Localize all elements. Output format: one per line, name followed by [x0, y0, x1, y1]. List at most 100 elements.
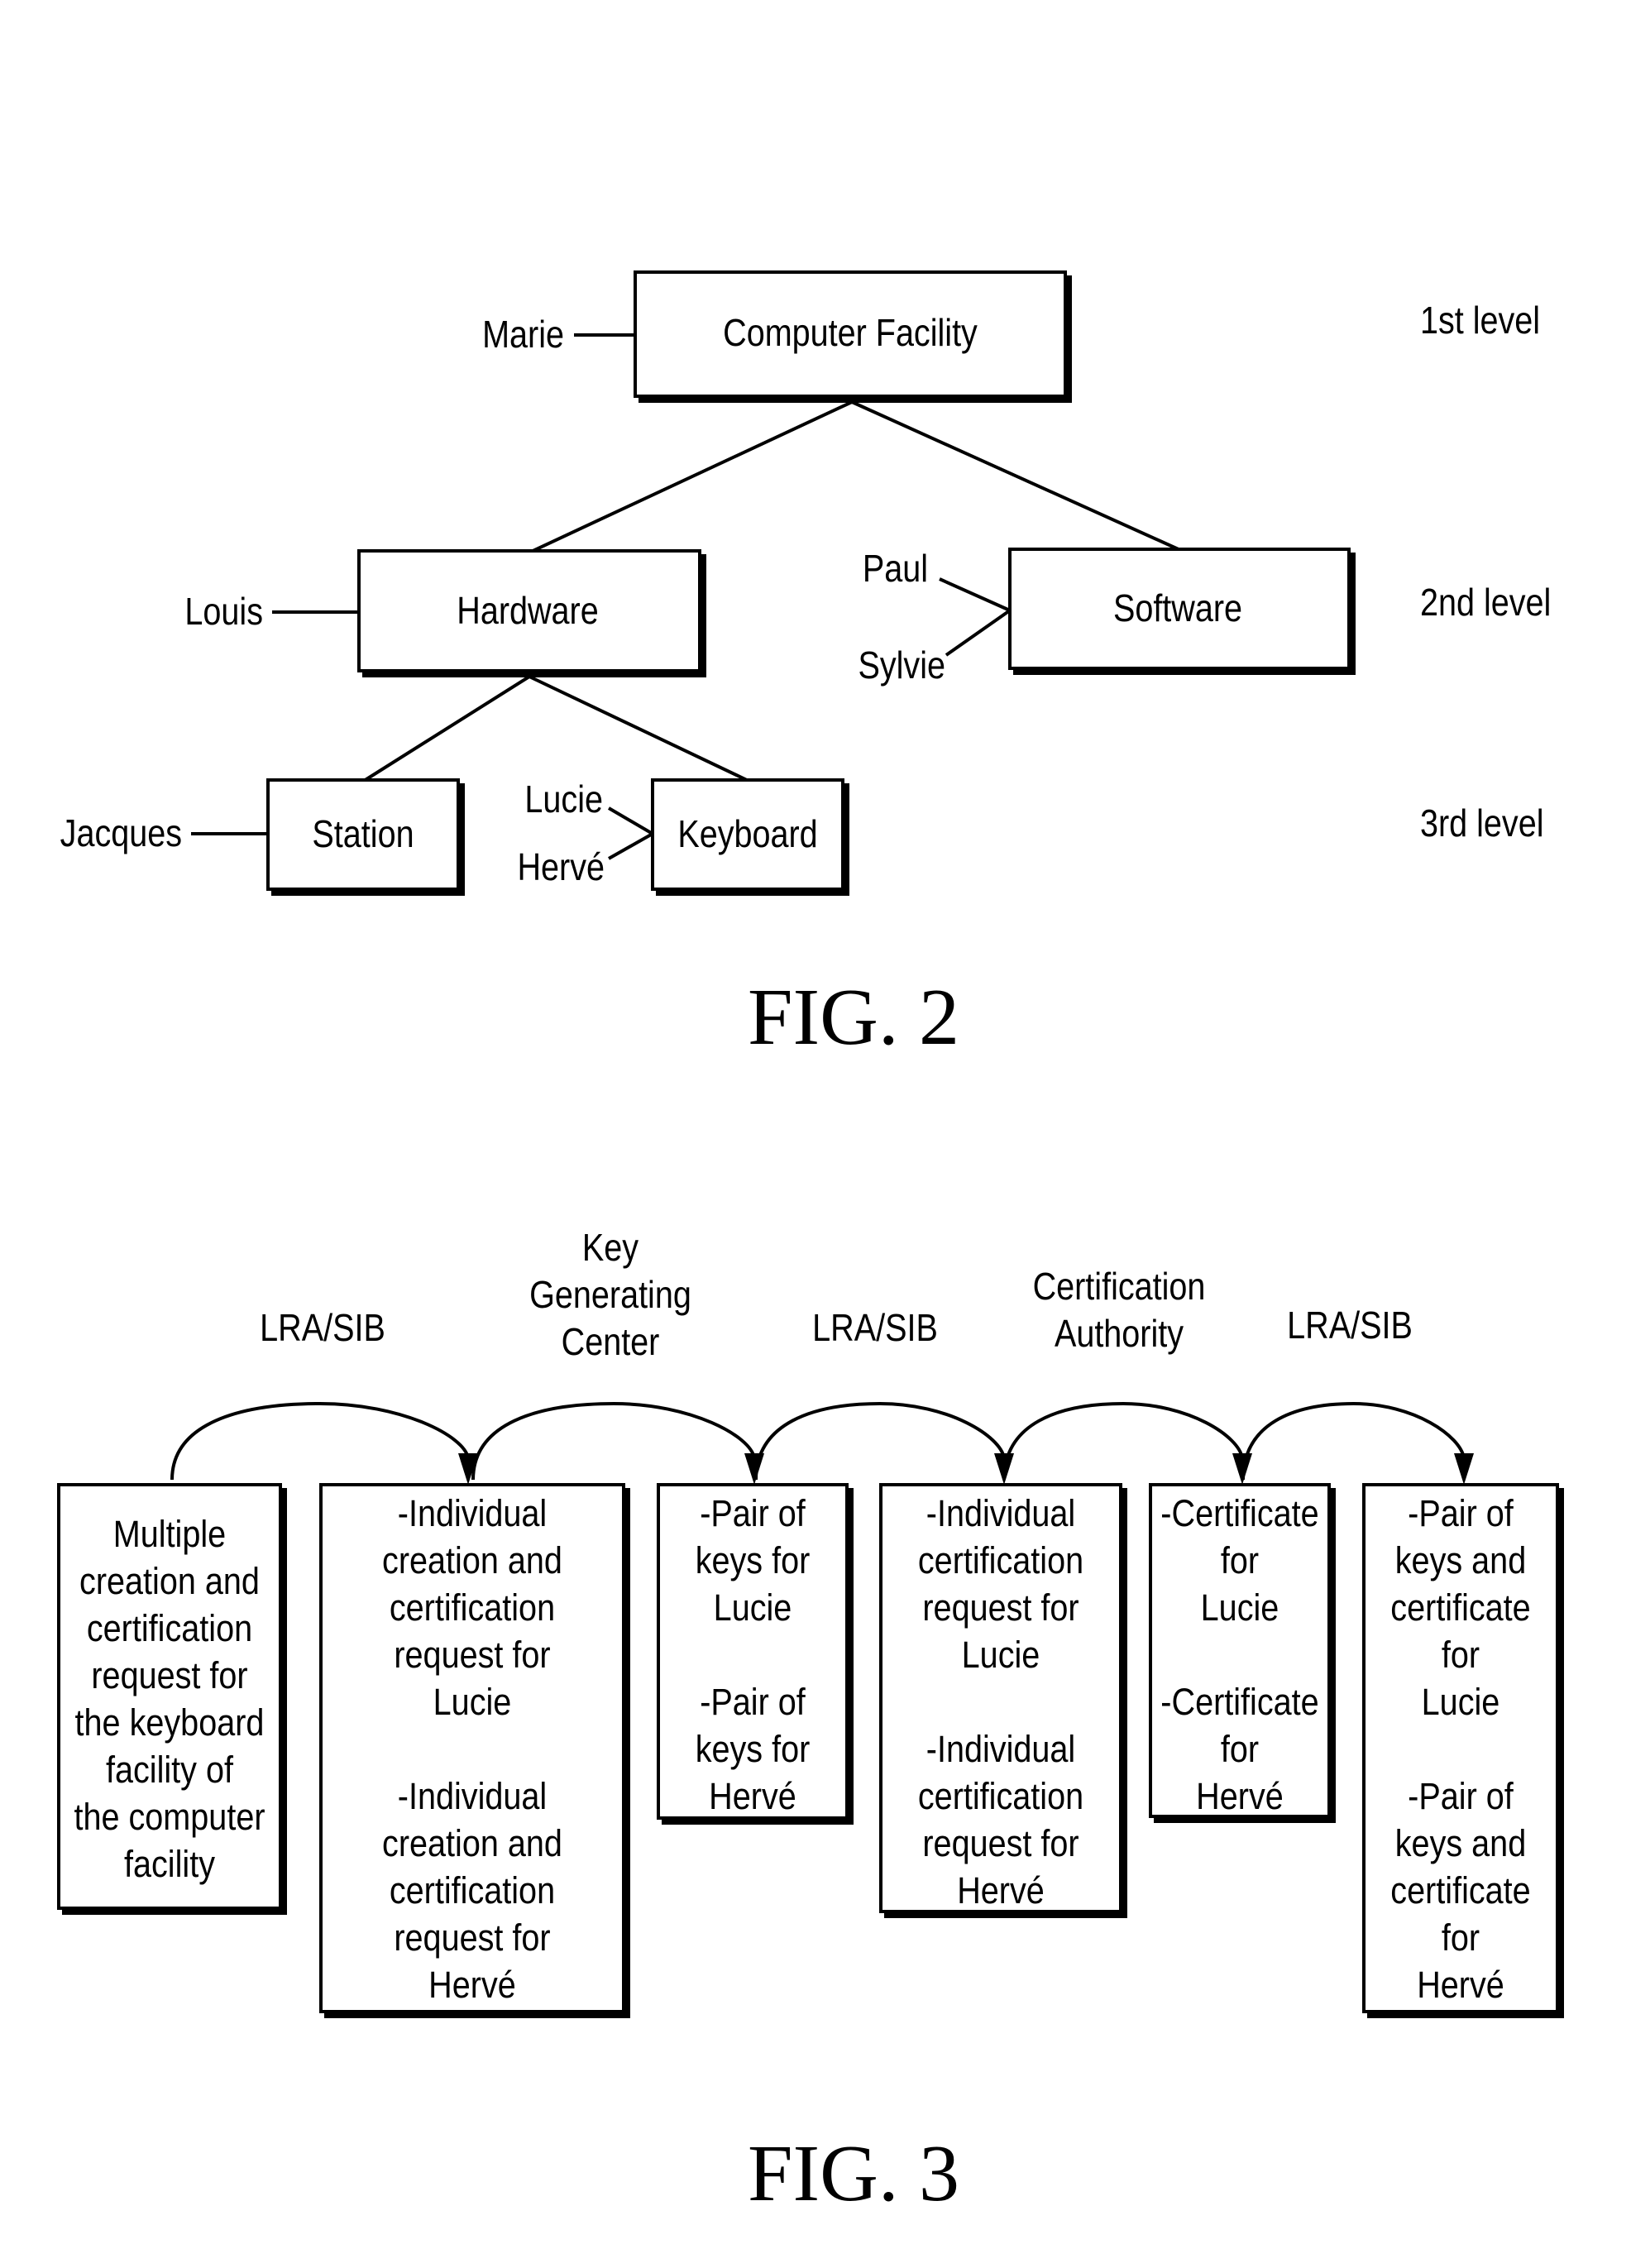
- person-label-sylvie: Sylvie: [858, 644, 945, 687]
- flow-box-text-line: keys for: [696, 1729, 811, 1770]
- flow-box-text-line: -Individual: [398, 1776, 547, 1817]
- node-keyboard: Keyboard: [651, 778, 849, 896]
- flow-box-text-line: Hervé: [957, 1870, 1045, 1912]
- flow-box-text-line: Hervé: [428, 1964, 516, 2006]
- level-label-2: 2nd level: [1420, 581, 1551, 624]
- patent-figures: Computer Facility Marie Hardware Louis S…: [57, 270, 1564, 2218]
- edge-hardware-to-station: [362, 675, 531, 782]
- connector-paul: [939, 577, 1011, 612]
- edge-computer-facility-to-hardware: [530, 400, 853, 553]
- connector-sylvie: [945, 609, 1012, 657]
- node-hardware: Hardware: [357, 549, 706, 677]
- flow-box-text-line: certification: [918, 1776, 1083, 1817]
- flow-box-text-line: request for: [91, 1655, 247, 1696]
- edge-hardware-to-keyboard: [529, 675, 749, 782]
- flow-box-4: -Individual certification request for Lucie…: [879, 1483, 1127, 1918]
- flow-box-text-line: -Pair of: [1408, 1776, 1514, 1817]
- transition-label-line: Key: [582, 1227, 639, 1269]
- node-computer-facility: Computer Facility: [634, 270, 1072, 403]
- flow-box-text-line: certification: [390, 1870, 555, 1912]
- flow-box-5: -Certificate for Lucie -Certificate for Hervé: [1149, 1483, 1336, 1823]
- flow-box-text-line: Lucie: [1201, 1587, 1279, 1629]
- person-label-louis: Louis: [184, 591, 263, 633]
- transition-labels: LRA/SIB Key Generating Center LRA/SIB Certifi…: [260, 1227, 1413, 1363]
- person-label-paul: Paul: [863, 548, 928, 590]
- transition-label-line: LRA/SIB: [260, 1307, 385, 1349]
- node-label: Hardware: [457, 590, 598, 632]
- flow-boxes: Multiple creation and certification request…: [57, 1483, 1564, 2018]
- flow-box-text-line: creation and: [382, 1823, 562, 1864]
- flow-box-text-line: certificate: [1390, 1870, 1530, 1912]
- connector-lucie: [607, 806, 654, 835]
- transition-label-line: Generating: [529, 1274, 691, 1316]
- flow-box-text-line: creation and: [79, 1561, 260, 1602]
- flow-box-text-line: -Pair of: [700, 1682, 806, 1723]
- flow-box-text-line: certificate: [1390, 1587, 1530, 1629]
- transition-arc-3: [754, 1401, 1006, 1481]
- flow-box-text-line: facility: [124, 1844, 216, 1885]
- flow-box-2: -Individual creation and certification requ…: [319, 1483, 630, 2018]
- transition-label-line: Authority: [1055, 1313, 1184, 1355]
- flow-box-text-line: Lucie: [962, 1634, 1040, 1676]
- flow-box-text-line: certification: [390, 1587, 555, 1629]
- flow-box-text-line: facility of: [106, 1749, 233, 1791]
- flow-box-text-line: keys for: [696, 1540, 811, 1581]
- node-label: Computer Facility: [723, 312, 978, 354]
- node-label: Software: [1113, 587, 1242, 629]
- flow-box-text-line: Lucie: [714, 1587, 792, 1629]
- flow-box-text-line: keys and: [1395, 1823, 1526, 1864]
- flow-box-text-line: Lucie: [1422, 1682, 1500, 1723]
- node-station: Station: [266, 778, 465, 896]
- flow-box-text-line: Hervé: [1417, 1964, 1504, 2006]
- flow-box-text-line: certification: [87, 1608, 252, 1649]
- transition-arc-2: [471, 1401, 756, 1481]
- flow-box-text-line: Multiple: [113, 1514, 226, 1555]
- edge-computer-facility-to-software: [851, 400, 1181, 552]
- transition-arc-5: [1241, 1401, 1466, 1481]
- flow-box-text-line: for: [1221, 1729, 1259, 1770]
- flow-box-text-line: -Certificate: [1160, 1493, 1318, 1534]
- fig3-certification-flow: LRA/SIB Key Generating Center LRA/SIB Certifi…: [57, 1227, 1564, 2218]
- flow-box-text-line: -Pair of: [1408, 1493, 1514, 1534]
- flow-box-text-line: request for: [922, 1587, 1079, 1629]
- transition-label-line: LRA/SIB: [812, 1307, 938, 1349]
- node-software: Software: [1008, 548, 1356, 675]
- person-label-jacques: Jacques: [60, 812, 182, 854]
- transition-label-line: LRA/SIB: [1287, 1304, 1413, 1347]
- flow-box-text-line: -Individual: [926, 1493, 1075, 1534]
- arrowhead-icon: [744, 1453, 764, 1485]
- transition-arc-1: [170, 1401, 470, 1481]
- transition-arc-4: [1002, 1401, 1244, 1481]
- person-label-marie: Marie: [482, 313, 564, 356]
- flow-box-text-line: -Individual: [926, 1729, 1075, 1770]
- transition-label-line: Center: [562, 1321, 660, 1363]
- figure-caption-2: FIG. 2: [748, 973, 959, 1062]
- arrowhead-icon: [1454, 1453, 1474, 1485]
- flow-box-text-line: certification: [918, 1540, 1083, 1581]
- figure-caption-3: FIG. 3: [748, 2129, 959, 2218]
- level-label-1: 1st level: [1420, 299, 1540, 342]
- node-label: Keyboard: [677, 813, 817, 855]
- flow-box-text-line: keys and: [1395, 1540, 1526, 1581]
- transition-arcs: [170, 1401, 1474, 1485]
- flow-box-text-line: for: [1442, 1634, 1480, 1676]
- connector-herve: [608, 832, 653, 860]
- flow-box-3: -Pair of keys for Lucie -Pair of keys for Her…: [657, 1483, 854, 1825]
- flow-box-text-line: Hervé: [709, 1776, 796, 1817]
- flow-box-1: Multiple creation and certification request…: [57, 1483, 287, 1915]
- flow-box-text-line: -Certificate: [1160, 1682, 1318, 1723]
- flow-box-text-line: Lucie: [433, 1682, 512, 1723]
- flow-box-text-line: Hervé: [1196, 1776, 1284, 1817]
- flow-box-text-line: request for: [922, 1823, 1079, 1864]
- flow-box-text-line: for: [1442, 1917, 1480, 1959]
- flow-box-text-line: request for: [394, 1917, 550, 1959]
- node-label: Station: [312, 813, 414, 855]
- flow-box-text-line: for: [1221, 1540, 1259, 1581]
- flow-box-6: -Pair of keys and certificate for Lucie -Pair…: [1362, 1483, 1564, 2018]
- flow-box-text-line: the keyboard: [75, 1702, 265, 1744]
- flow-box-text-line: the computer: [74, 1797, 265, 1838]
- level-label-3: 3rd level: [1420, 802, 1543, 845]
- flow-box-text-line: -Pair of: [700, 1493, 806, 1534]
- flow-box-text-line: creation and: [382, 1540, 562, 1581]
- transition-label-line: Certification: [1033, 1266, 1206, 1308]
